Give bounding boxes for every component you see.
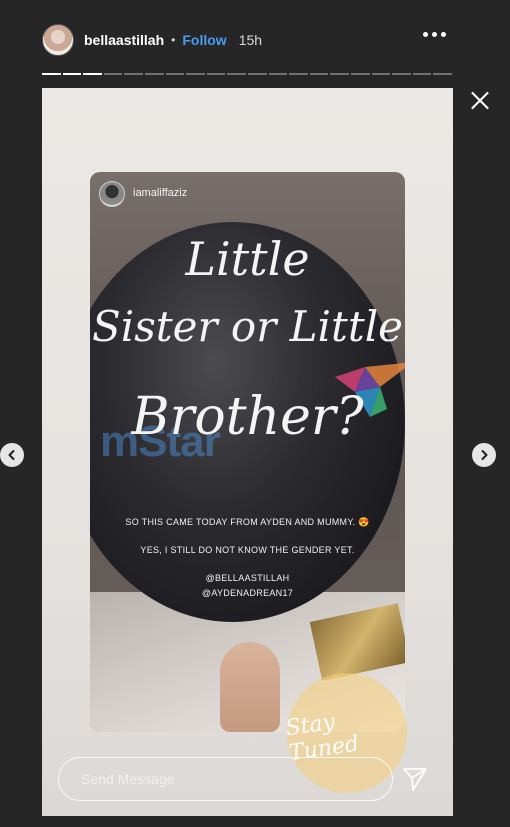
progress-segment [124,73,143,75]
progress-segment [289,73,308,75]
avatar[interactable] [42,24,74,56]
progress-segment [392,73,411,75]
progress-segment [62,73,82,75]
send-message-field[interactable] [58,757,393,801]
repost-avatar[interactable] [99,181,125,207]
progress-segment [247,73,267,75]
progress-segment [330,73,349,75]
chevron-left-icon [8,450,15,460]
previous-story-button[interactable] [0,443,24,467]
progress-segment [42,73,61,75]
chevron-right-icon [481,450,488,460]
story-progress-bar [42,73,452,75]
close-icon[interactable] [470,90,490,110]
progress-segment [206,73,226,75]
progress-segment [433,73,452,75]
progress-segment [309,73,329,75]
mention-aydenadrean17[interactable]: @AYDENADREAN17 [90,588,405,598]
mention-bellaastillah[interactable]: @BELLAASTILLAH [90,573,405,583]
next-story-button[interactable] [472,443,496,467]
repost-username[interactable]: iamaliffaziz [133,187,187,199]
progress-segment [350,73,370,75]
balloon-text-line2: Sister or Little [91,302,403,351]
progress-segment [227,73,246,75]
progress-segment [186,73,205,75]
progress-segment [268,73,288,75]
follow-button[interactable]: Follow [182,32,226,48]
send-message-input[interactable] [81,771,392,787]
send-icon[interactable] [400,764,430,794]
progress-segment [371,73,391,75]
separator-dot: • [171,33,176,47]
story-media[interactable]: iamaliffaziz Little Sister or Little mSt… [42,88,453,816]
reposted-story[interactable]: iamaliffaziz Little Sister or Little mSt… [90,172,405,732]
story-caption-1: SO THIS CAME TODAY FROM AYDEN AND MUMMY.… [125,517,370,527]
story-caption-2: YES, I STILL DO NOT KNOW THE GENDER YET. [140,545,355,555]
progress-segment [165,73,185,75]
progress-segment [103,73,123,75]
progress-segment [83,73,102,75]
username[interactable]: bellaastillah [84,32,164,48]
timestamp: 15h [238,32,263,48]
progress-segment [144,73,164,75]
balloon-text-line1: Little [185,232,310,286]
balloon-text-line3: Brother? [131,387,364,447]
story-header: bellaastillah • Follow 15h [42,24,452,56]
hand-image [220,642,280,732]
progress-segment [412,73,432,75]
more-options-icon[interactable] [423,32,446,37]
